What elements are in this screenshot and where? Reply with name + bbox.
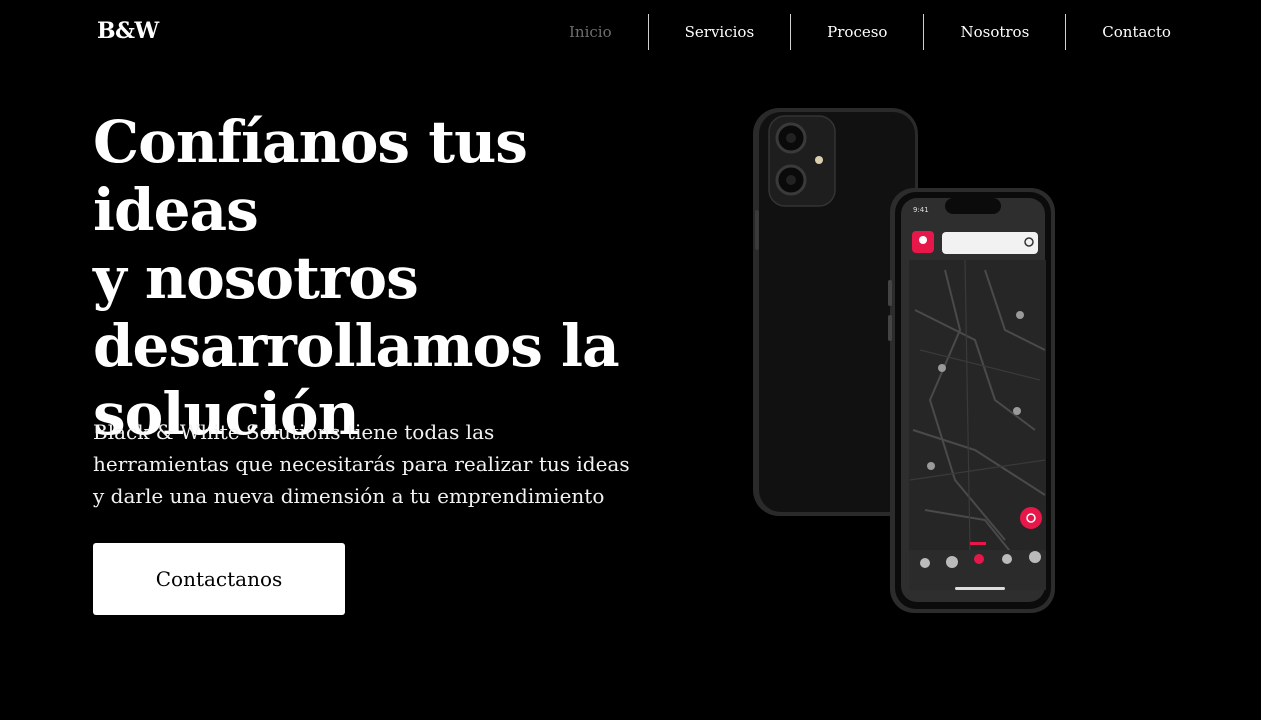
hero-description-line: Black & White Solutions tiene todas las (93, 420, 495, 444)
phones-illustration: 9:41 (753, 108, 1055, 613)
front-phone: 9:41 (888, 188, 1055, 613)
nav-item-servicios[interactable]: Servicios (649, 14, 791, 50)
nav-item-nosotros[interactable]: Nosotros (924, 14, 1065, 50)
hero-description-line: herramientas que necesitarás para realiz… (93, 452, 630, 476)
hero-title: Confíanos tus ideas y nosotros desarroll… (93, 108, 653, 448)
nav-item-contacto[interactable]: Contacto (1066, 14, 1207, 50)
svg-text:9:41: 9:41 (913, 206, 929, 214)
main-nav: Inicio Servicios Proceso Nosotros Contac… (533, 14, 1207, 50)
hero-description: Black & White Solutions tiene todas las … (93, 416, 633, 512)
phone-mockup-image: 9:41 (745, 100, 1065, 620)
hero-title-line: y nosotros (93, 244, 419, 312)
hero-title-line: desarrollamos la (93, 312, 620, 380)
nav-item-proceso[interactable]: Proceso (791, 14, 923, 50)
nav-item-inicio[interactable]: Inicio (533, 14, 648, 50)
hero-description-line: y darle una nueva dimensión a tu emprend… (93, 484, 605, 508)
logo[interactable]: B&W (97, 18, 159, 44)
hero-title-line: Confíanos tus ideas (93, 108, 528, 244)
contact-cta-button[interactable]: Contactanos (93, 543, 345, 615)
